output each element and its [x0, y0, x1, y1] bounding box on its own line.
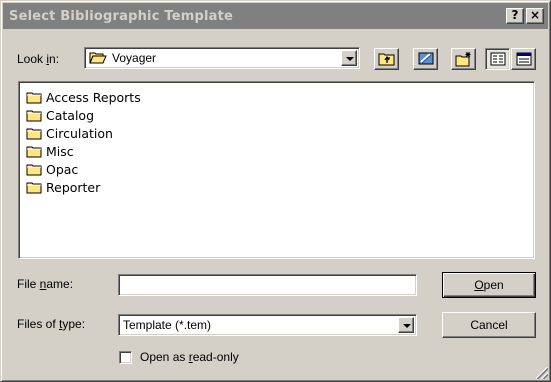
list-view-icon: [490, 52, 505, 66]
folder-icon: [26, 146, 42, 157]
close-button[interactable]: ×: [526, 8, 544, 24]
folder-item-opac[interactable]: Opac: [26, 160, 534, 178]
folder-item-misc[interactable]: Misc: [26, 142, 534, 160]
folder-icon: [26, 164, 42, 175]
folder-name: Access Reports: [46, 89, 141, 105]
details-view-icon: [516, 52, 531, 66]
help-button[interactable]: ?: [506, 8, 524, 24]
up-folder-icon: [378, 53, 394, 66]
filetype-dropdown[interactable]: Template (*.tem): [118, 314, 417, 336]
filename-label: File name:: [17, 277, 74, 291]
new-folder-icon: [455, 52, 470, 67]
file-list[interactable]: Access Reports Catalog Circulation Misc …: [18, 81, 535, 259]
folder-icon: [26, 182, 42, 193]
folder-name: Circulation: [46, 125, 113, 141]
readonly-label[interactable]: Open as read-only: [140, 350, 239, 364]
lookin-dropdown[interactable]: Voyager: [84, 47, 360, 69]
title-bar[interactable]: Select Bibliographic Template ? ×: [3, 3, 548, 29]
folder-item-circulation[interactable]: Circulation: [26, 124, 534, 142]
dialog-title: Select Bibliographic Template: [9, 8, 234, 24]
folder-icon: [26, 110, 42, 121]
folder-item-catalog[interactable]: Catalog: [26, 106, 534, 124]
filetype-value: Template (*.tem): [123, 318, 212, 332]
create-new-folder-button[interactable]: [451, 48, 476, 70]
folder-name: Misc: [46, 143, 74, 159]
resize-grip[interactable]: [536, 367, 548, 379]
lookin-value: Voyager: [112, 51, 157, 65]
folder-name: Catalog: [46, 107, 95, 123]
select-template-dialog: Select Bibliographic Template ? × Look i…: [0, 0, 551, 382]
list-view-button[interactable]: [485, 48, 510, 70]
folder-item-access-reports[interactable]: Access Reports: [26, 88, 534, 106]
up-one-level-button[interactable]: [374, 48, 399, 70]
filename-input[interactable]: [118, 274, 417, 296]
filetype-dropdown-arrow[interactable]: [398, 317, 414, 333]
title-buttons: ? ×: [506, 8, 544, 24]
folder-icon: [26, 92, 42, 103]
folder-icon: [26, 128, 42, 139]
folder-item-reporter[interactable]: Reporter: [26, 178, 534, 196]
folder-name: Reporter: [46, 179, 101, 195]
filetype-label: Files of type:: [17, 317, 86, 331]
readonly-checkbox[interactable]: [119, 351, 132, 364]
folder-name: Opac: [46, 161, 79, 177]
desktop-button[interactable]: [413, 48, 438, 70]
open-folder-icon: [89, 52, 107, 64]
details-view-button[interactable]: [511, 48, 536, 70]
lookin-label: Look in:: [17, 52, 60, 66]
lookin-dropdown-arrow[interactable]: [341, 50, 357, 66]
cancel-button[interactable]: Cancel: [442, 312, 536, 338]
open-button[interactable]: Open: [442, 272, 536, 298]
desktop-icon: [418, 52, 433, 65]
